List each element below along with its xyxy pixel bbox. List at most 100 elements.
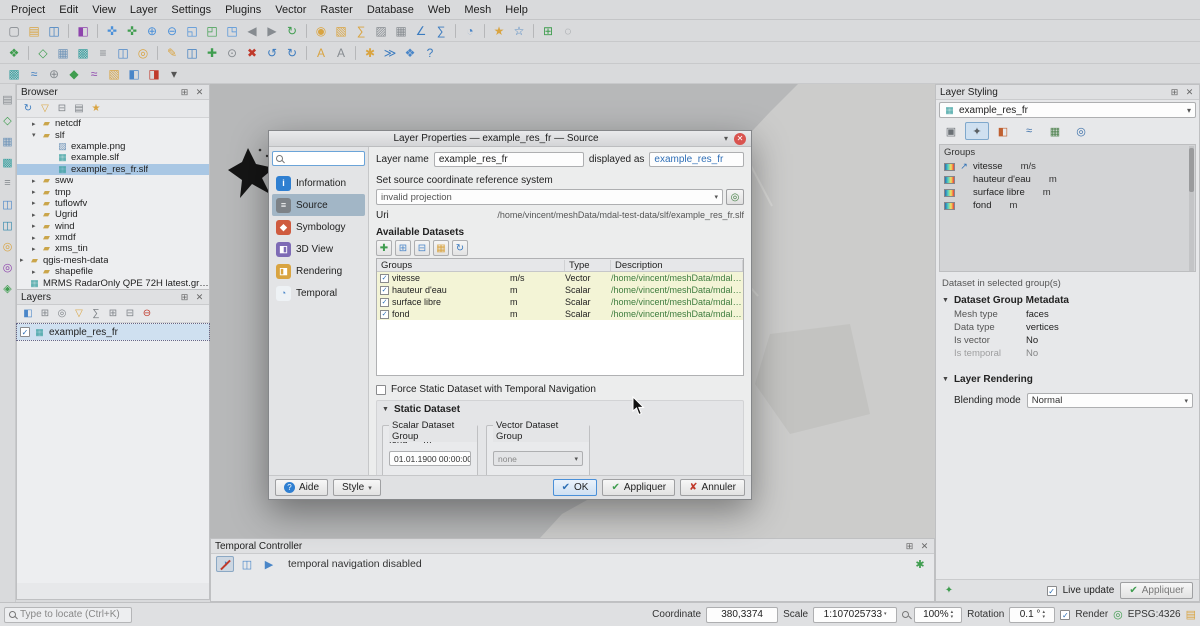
float-panel-icon[interactable]: ⊞ — [904, 541, 915, 552]
expand-all-icon[interactable]: ⊞ — [395, 240, 411, 256]
menu-item[interactable]: View — [85, 2, 123, 18]
menu-item[interactable]: Web — [421, 2, 457, 18]
remove-layer-icon[interactable]: ⊖ — [140, 307, 154, 321]
colorramp-icon[interactable] — [944, 176, 955, 184]
coordinate-input[interactable]: 380,3374 — [706, 607, 778, 623]
refresh-map-icon[interactable]: ↻ — [283, 22, 301, 40]
add-raster-layer-icon[interactable]: ▦ — [54, 44, 72, 62]
pan-to-selection-icon[interactable]: ✜ — [123, 22, 141, 40]
badge-tab[interactable]: ▣ — [939, 122, 963, 140]
apply-button[interactable]: ✔ Appliquer — [602, 479, 675, 496]
float-panel-icon[interactable]: ⊞ — [179, 87, 190, 98]
menu-item[interactable]: Plugins — [218, 2, 268, 18]
plugin-b-icon[interactable]: ◨ — [145, 65, 163, 83]
close-window-icon[interactable]: ✕ — [734, 133, 746, 145]
menu-item[interactable]: Mesh — [457, 2, 498, 18]
close-panel-icon[interactable]: ✕ — [919, 541, 930, 552]
refresh-browser-icon[interactable]: ↻ — [21, 102, 35, 116]
crs-icon[interactable]: ◎ — [1113, 608, 1123, 621]
styling-apply-button[interactable]: ✔ Appliquer — [1120, 582, 1193, 599]
collapse-all-icon[interactable]: ⊟ — [123, 307, 137, 321]
toggle-editing-icon[interactable]: ✎ — [163, 44, 181, 62]
colorramp-icon[interactable] — [944, 189, 955, 197]
expander-icon[interactable]: ▸ — [32, 245, 41, 253]
contours-tab[interactable]: ≈ — [1017, 122, 1041, 140]
tree-item[interactable]: ▨ example.png — [17, 141, 209, 152]
tree-item[interactable]: ▸ ▰ sww — [17, 175, 209, 186]
filter-browser-icon[interactable]: ▽ — [38, 102, 52, 116]
new-map-view-icon[interactable]: ⊞ — [539, 22, 557, 40]
add-spatialite-icon[interactable]: ◫ — [1, 197, 15, 211]
colorramp-icon[interactable] — [944, 163, 955, 171]
identify-features-icon[interactable]: ◉ — [312, 22, 330, 40]
help-button[interactable]: ? Aide — [275, 479, 328, 496]
dialog-nav-item[interactable]: ◨ Rendering — [272, 260, 365, 282]
zoom-last-icon[interactable]: ◀ — [243, 22, 261, 40]
temporal-fixed-range-icon[interactable]: ◫ — [238, 556, 256, 572]
cancel-button[interactable]: ✘ Annuler — [680, 479, 745, 496]
redo-icon[interactable]: ↻ — [283, 44, 301, 62]
dialog-nav-item[interactable]: i Information — [272, 172, 365, 194]
rendering-section-header[interactable]: ▼ Layer Rendering — [936, 370, 1199, 387]
menu-item[interactable]: Settings — [164, 2, 218, 18]
undo-icon[interactable]: ↺ — [263, 44, 281, 62]
layer-name-input[interactable]: example_res_fr — [434, 152, 584, 167]
add-postgis-icon[interactable]: ◫ — [1, 218, 15, 232]
zoom-to-selection-icon[interactable]: ◰ — [203, 22, 221, 40]
delete-selected-icon[interactable]: ✖ — [243, 44, 261, 62]
spin-down-icon[interactable]: ▾ — [951, 615, 954, 620]
select-features-icon[interactable]: ▧ — [332, 22, 350, 40]
add-group-icon[interactable]: ⊞ — [38, 307, 52, 321]
dialog-nav-item[interactable]: ≡ Source — [272, 194, 365, 216]
zoom-next-icon[interactable]: ▶ — [263, 22, 281, 40]
float-panel-icon[interactable]: ⊞ — [1169, 87, 1180, 98]
scalar-time-select[interactable]: 01.01.1900 00:00:00 ▾ — [389, 451, 471, 466]
processing-toolbox-icon[interactable]: ✱ — [361, 44, 379, 62]
zoom-in-icon[interactable]: ⊕ — [143, 22, 161, 40]
close-panel-icon[interactable]: ✕ — [1184, 87, 1195, 98]
scale-select[interactable]: 1:107025733 ▾ — [813, 607, 897, 623]
vector-arrows-icon[interactable]: ↗ — [959, 161, 969, 172]
check-all-icon[interactable]: ▦ — [433, 240, 449, 256]
collapse-all-icon[interactable]: ⊟ — [55, 102, 69, 116]
locate-search-input[interactable]: Type to locate (Ctrl+K) — [4, 607, 132, 623]
plot-tool-icon[interactable]: ≈ — [25, 65, 43, 83]
browser-toggle-icon[interactable]: ▤ — [1, 92, 15, 106]
dataset-group-row[interactable]: ↗ vitesse m/s — [940, 160, 1195, 173]
styling-layer-selector[interactable]: ▦ example_res_fr ▾ — [939, 102, 1196, 118]
tree-item[interactable]: ▦ example_res_fr.slf — [17, 164, 209, 175]
add-mesh-layer-icon[interactable]: ▩ — [74, 44, 92, 62]
dataset-row[interactable]: ✓ surface libre m Scalar /home/vincent/m… — [377, 296, 743, 308]
tree-item[interactable]: ▸ ▰ xmdf — [17, 232, 209, 243]
tree-item[interactable]: ▸ ▰ qgis-mesh-data — [17, 255, 209, 266]
expander-icon[interactable]: ▸ — [32, 120, 41, 128]
add-vector-icon[interactable]: ◇ — [1, 113, 15, 127]
statistical-summary-icon[interactable]: ∑ — [432, 22, 450, 40]
menu-item[interactable]: Vector — [268, 2, 313, 18]
add-feature-icon[interactable]: ✚ — [203, 44, 221, 62]
new-project-icon[interactable]: ▢ — [5, 22, 23, 40]
data-source-manager-icon[interactable]: ❖ — [5, 44, 23, 62]
tree-item[interactable]: ▦ example.slf — [17, 152, 209, 163]
show-bookmarks-icon[interactable]: ☆ — [510, 22, 528, 40]
expander-icon[interactable]: ▸ — [32, 222, 41, 230]
help-icon[interactable]: ? — [421, 44, 439, 62]
scrollbar[interactable] — [1189, 146, 1194, 272]
ok-button[interactable]: ✔ OK — [553, 479, 598, 496]
tree-item[interactable]: ▸ ▰ Ugrid — [17, 209, 209, 220]
menu-item[interactable]: Project — [4, 2, 52, 18]
dataset-row[interactable]: ✓ vitesse m/s Vector /home/vincent/meshD… — [377, 272, 743, 284]
serval-tools-icon[interactable]: ▧ — [105, 65, 123, 83]
dialog-nav-item[interactable]: ◔ Temporal — [272, 282, 365, 304]
add-wfs-icon[interactable]: ◈ — [1, 281, 15, 295]
expander-icon[interactable]: ▸ — [32, 211, 41, 219]
shade-window-icon[interactable]: ▾ — [724, 134, 728, 143]
save-layer-edits-icon[interactable]: ◫ — [183, 44, 201, 62]
close-panel-icon[interactable]: ✕ — [194, 87, 205, 98]
dialog-nav-item[interactable]: ◆ Symbology — [272, 216, 365, 238]
expander-icon[interactable]: ▸ — [32, 188, 41, 196]
dialog-titlebar[interactable]: Layer Properties — example_res_fr — Sour… — [269, 131, 751, 147]
attribute-table-icon[interactable]: ▦ — [392, 22, 410, 40]
expander-icon[interactable]: ▸ — [20, 256, 29, 264]
vertex-tool-icon[interactable]: ⊙ — [223, 44, 241, 62]
